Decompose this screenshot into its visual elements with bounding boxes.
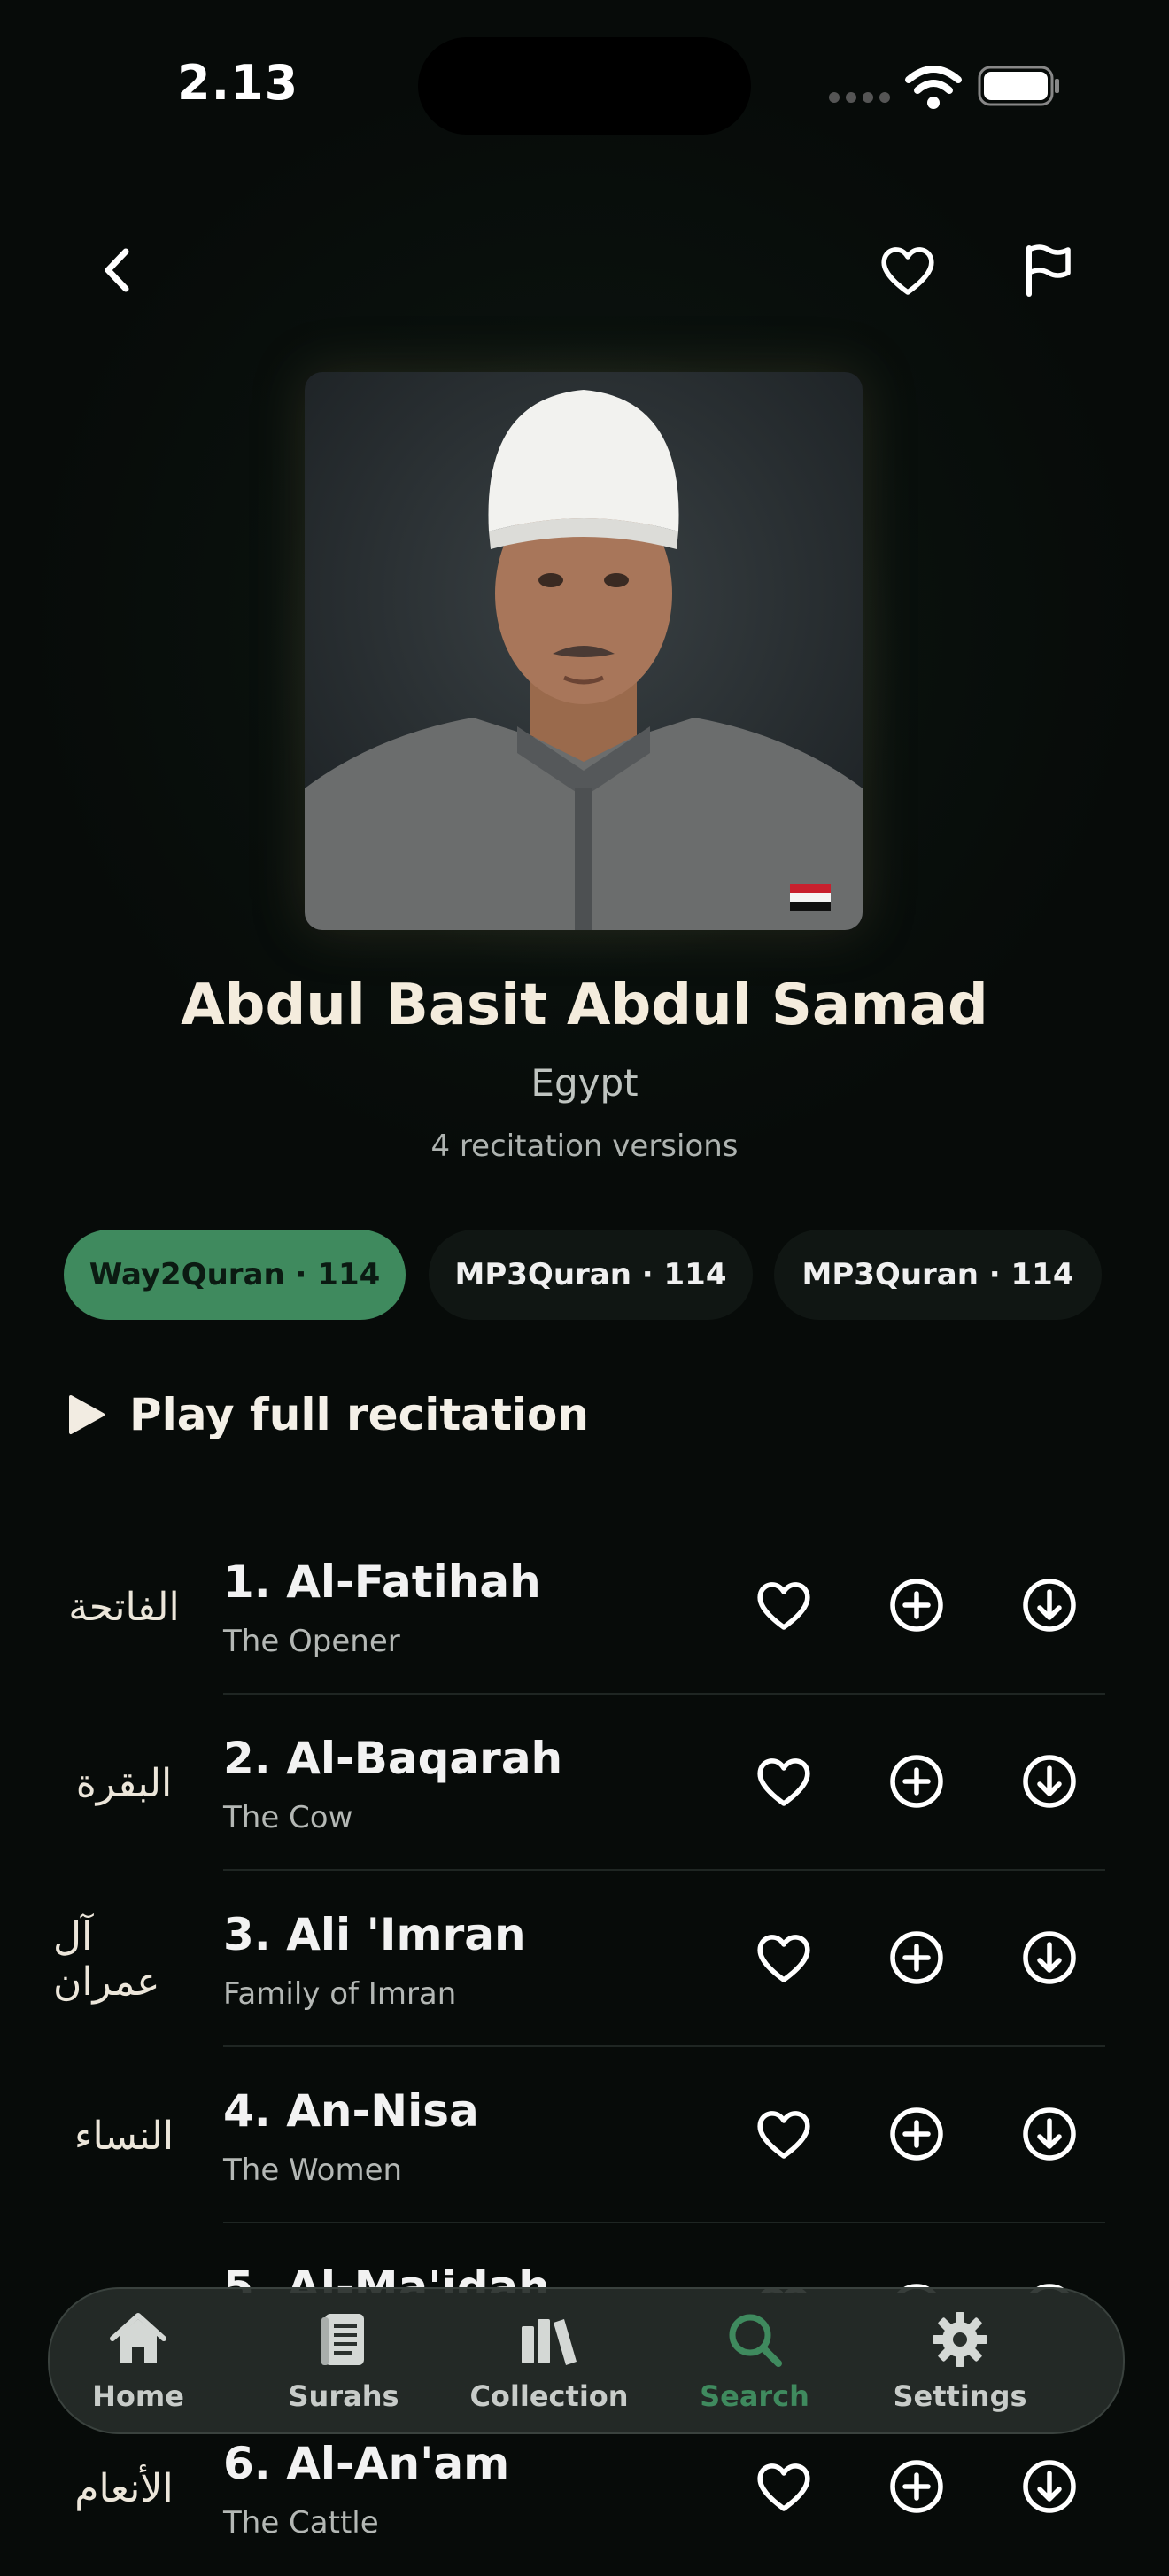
row-divider xyxy=(223,1869,1105,1871)
add-to-playlist-icon[interactable] xyxy=(886,1927,948,1989)
surah-subtitle: Family of Imran xyxy=(223,1976,457,2012)
add-to-playlist-icon[interactable] xyxy=(886,1750,948,1812)
surah-subtitle: The Women xyxy=(223,2153,403,2188)
reciter-portrait xyxy=(305,372,863,930)
surah-title: 6. Al-An'am xyxy=(223,2438,510,2489)
favorite-heart-icon[interactable] xyxy=(753,1927,815,1989)
favorite-heart-icon[interactable] xyxy=(753,2456,815,2518)
tab-bar: Home Surahs Collection Search Settings xyxy=(48,2287,1125,2434)
surah-row[interactable]: الفاتحة 1. Al-Fatihah The Opener xyxy=(53,1519,1105,1695)
surah-subtitle: The Cattle xyxy=(223,2505,379,2541)
gear-icon xyxy=(933,2312,987,2367)
surah-title: 1. Al-Fatihah xyxy=(223,1556,541,1608)
surah-title: 4. An-Nisa xyxy=(223,2085,479,2137)
source-chip-mp3quran-2[interactable]: MP3Quran · 114 xyxy=(774,1230,1102,1320)
surah-subtitle: The Cow xyxy=(223,1800,353,1835)
favorite-reciter-heart-icon[interactable] xyxy=(877,239,939,301)
surah-subtitle: The Opener xyxy=(223,1624,400,1659)
home-icon xyxy=(110,2313,166,2363)
tab-settings-label: Settings xyxy=(893,2379,1027,2413)
tab-collection-label: Collection xyxy=(469,2379,629,2413)
library-icon xyxy=(522,2319,577,2365)
search-icon xyxy=(729,2314,782,2367)
reciter-name: Abdul Basit Abdul Samad xyxy=(181,973,988,1038)
back-chevron-icon[interactable] xyxy=(87,239,149,301)
report-flag-icon[interactable] xyxy=(1017,239,1079,301)
add-to-playlist-icon[interactable] xyxy=(886,2103,948,2165)
surah-row[interactable]: البقرة 2. Al-Baqarah The Cow xyxy=(53,1695,1105,1871)
source-chip-way2quran[interactable]: Way2Quran · 114 xyxy=(64,1230,406,1320)
tab-settings[interactable]: Settings xyxy=(871,2289,1049,2432)
download-icon[interactable] xyxy=(1018,2103,1080,2165)
recitation-versions-count: 4 recitation versions xyxy=(430,1129,739,1164)
row-divider xyxy=(223,1693,1105,1695)
source-chip-mp3quran-1[interactable]: MP3Quran · 114 xyxy=(429,1230,753,1320)
favorite-heart-icon[interactable] xyxy=(753,1750,815,1812)
dynamic-island xyxy=(418,37,751,135)
tab-home[interactable]: Home xyxy=(50,2289,227,2432)
status-time: 2.13 xyxy=(177,55,299,111)
download-icon[interactable] xyxy=(1018,1750,1080,1812)
favorite-heart-icon[interactable] xyxy=(753,2103,815,2165)
wifi-icon xyxy=(905,66,962,109)
add-to-playlist-icon[interactable] xyxy=(886,1574,948,1636)
download-icon[interactable] xyxy=(1018,1927,1080,1989)
row-divider xyxy=(223,2222,1105,2223)
book-icon xyxy=(321,2314,364,2365)
tab-home-label: Home xyxy=(92,2379,184,2413)
surah-calligraphy: البقرة xyxy=(75,1760,173,1806)
surah-row[interactable]: النساء 4. An-Nisa The Women xyxy=(53,2048,1105,2223)
battery-icon xyxy=(978,66,1059,106)
play-icon xyxy=(69,1395,105,1434)
tab-surahs[interactable]: Surahs xyxy=(255,2289,432,2432)
surah-title: 3. Ali 'Imran xyxy=(223,1909,526,1960)
tab-collection[interactable]: Collection xyxy=(461,2289,638,2432)
surah-calligraphy: آل عمران xyxy=(53,1914,160,2005)
tab-search-label: Search xyxy=(700,2379,809,2413)
tab-surahs-label: Surahs xyxy=(288,2379,399,2413)
surah-row[interactable]: آل عمران 3. Ali 'Imran Family of Imran xyxy=(53,1872,1105,2047)
favorite-heart-icon[interactable] xyxy=(753,1574,815,1636)
row-divider xyxy=(223,2045,1105,2047)
cellular-signal-icon xyxy=(829,92,890,103)
play-full-recitation-button[interactable]: Play full recitation xyxy=(67,1389,589,1440)
surah-calligraphy: النساء xyxy=(74,2113,174,2159)
surah-title: 2. Al-Baqarah xyxy=(223,1733,563,1784)
play-full-recitation-label: Play full recitation xyxy=(129,1389,589,1440)
add-to-playlist-icon[interactable] xyxy=(886,2456,948,2518)
surah-calligraphy: الفاتحة xyxy=(68,1584,180,1630)
download-icon[interactable] xyxy=(1018,2456,1080,2518)
reciter-country: Egypt xyxy=(530,1061,639,1105)
download-icon[interactable] xyxy=(1018,1574,1080,1636)
tab-search[interactable]: Search xyxy=(666,2289,843,2432)
